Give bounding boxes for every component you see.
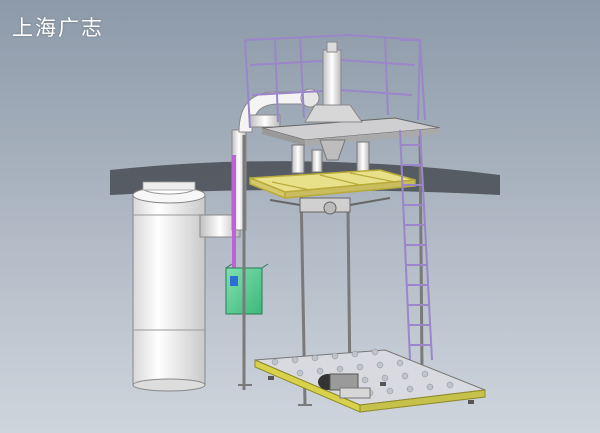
cable-tray	[232, 155, 236, 275]
dust-collector-tank	[132, 181, 206, 392]
render-stage: 上海广志	[0, 0, 600, 433]
bagging-machine-rendering	[0, 0, 600, 433]
control-box	[225, 263, 269, 315]
brand-watermark: 上海广志	[12, 16, 104, 40]
